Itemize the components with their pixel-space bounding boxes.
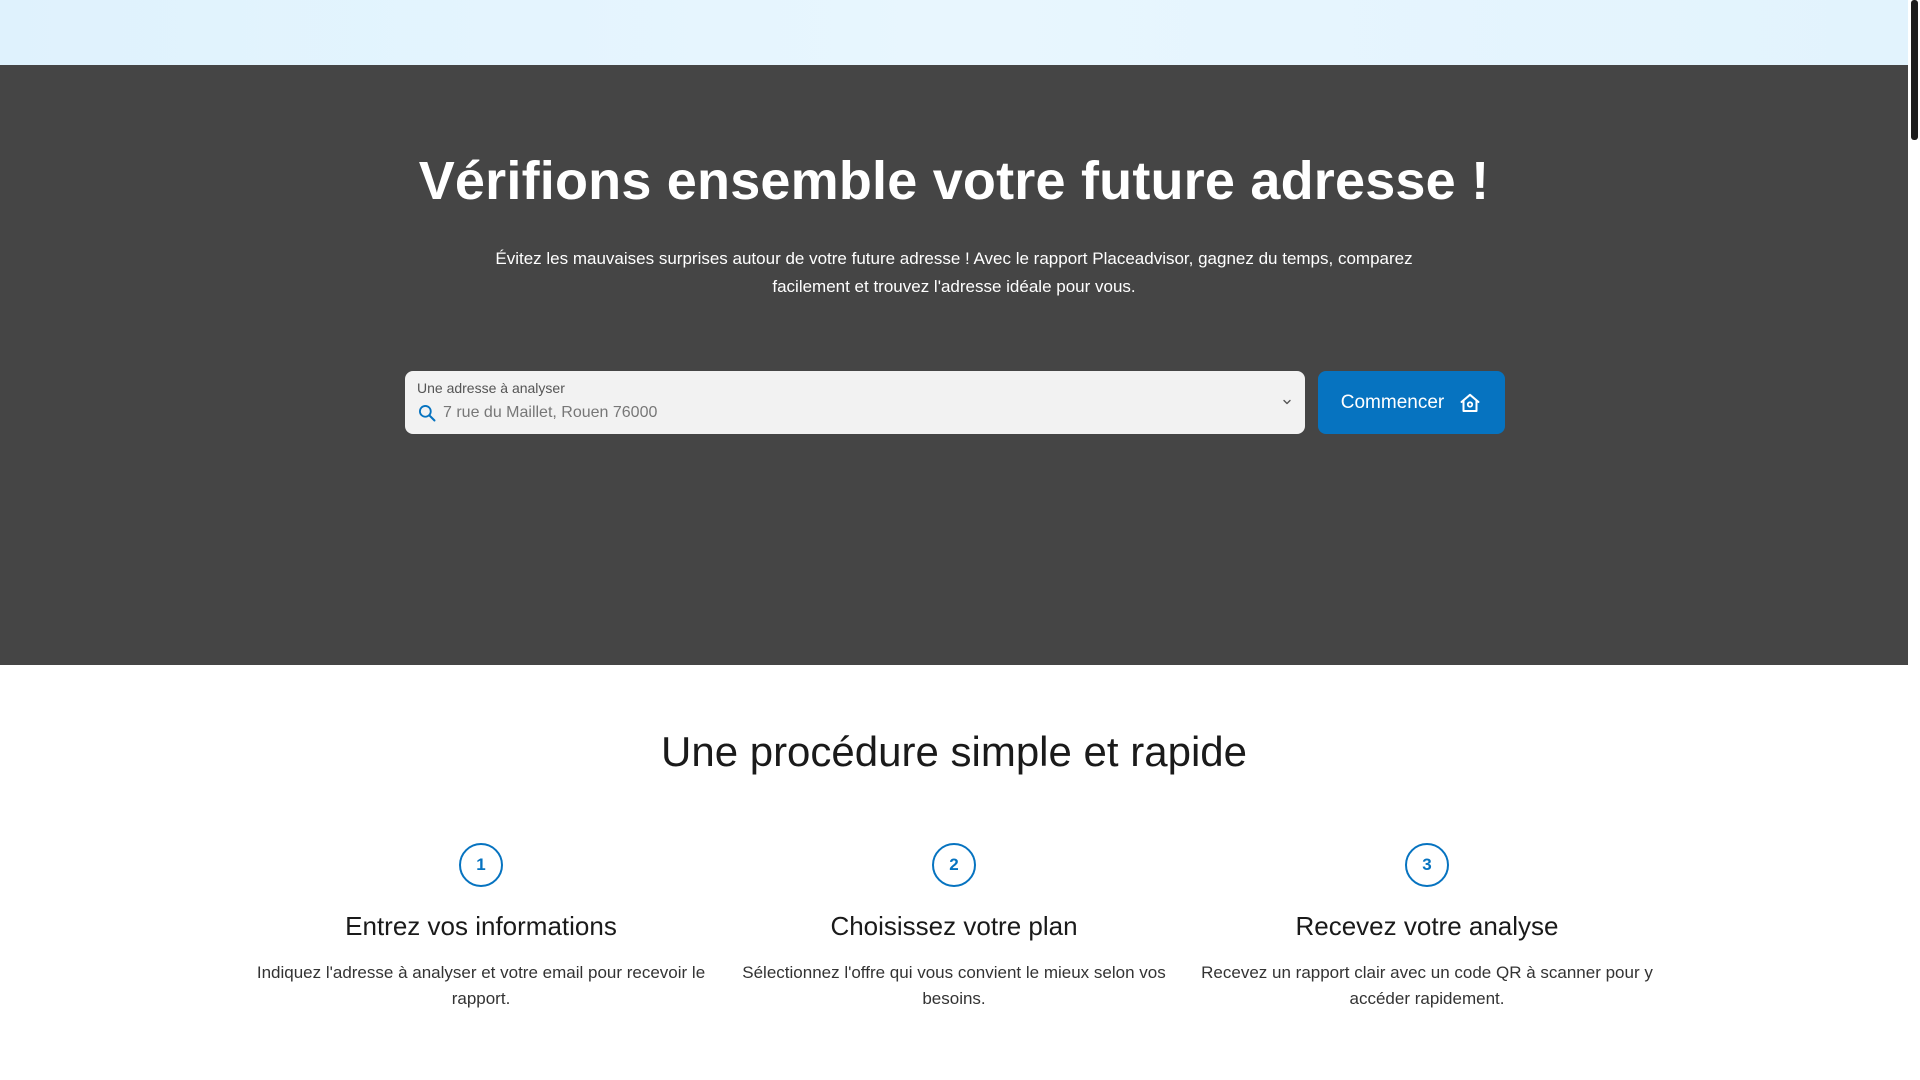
address-search-input[interactable]	[443, 401, 1243, 425]
address-search-label: Une adresse à analyser	[417, 380, 565, 396]
step-title: Choisissez votre plan	[830, 911, 1078, 941]
start-button-label: Commencer	[1340, 391, 1445, 413]
step-number-badge: 1	[459, 843, 503, 887]
step-number-badge: 2	[932, 843, 976, 887]
home-icon	[1460, 393, 1480, 412]
scrollbar-thumb[interactable]	[1911, 0, 1918, 140]
hero-section: Vérifions ensemble votre future adresse …	[0, 65, 1908, 665]
step-card: 1 Entrez vos informations Indiquez l'adr…	[251, 843, 711, 1012]
hero-title: Vérifions ensemble votre future adresse …	[418, 151, 1490, 211]
step-card: 2 Choisissez votre plan Sélectionnez l'o…	[724, 843, 1184, 1012]
search-icon	[419, 405, 436, 422]
step-description: Recevez un rapport clair avec un code QR…	[1201, 963, 1653, 1008]
steps-section-title: Une procédure simple et rapide	[661, 728, 1247, 775]
start-button[interactable]: Commencer	[1318, 371, 1505, 434]
hero-subtitle: Évitez les mauvaises surprises autour de…	[495, 249, 1413, 296]
step-card: 3 Recevez votre analyse Recevez un rappo…	[1197, 843, 1657, 1012]
top-banner	[0, 0, 1908, 65]
step-description: Sélectionnez l'offre qui vous convient l…	[742, 963, 1166, 1008]
step-description: Indiquez l'adresse à analyser et votre e…	[256, 963, 706, 1008]
step-number-badge: 3	[1405, 843, 1449, 887]
address-search-field[interactable]: Une adresse à analyser	[405, 371, 1305, 434]
vertical-scrollbar[interactable]	[1908, 0, 1920, 1080]
step-title: Recevez votre analyse	[1295, 911, 1559, 941]
step-title: Entrez vos informations	[345, 911, 617, 941]
chevron-down-icon[interactable]	[1281, 396, 1293, 408]
page: Vérifions ensemble votre future adresse …	[0, 0, 1920, 1080]
